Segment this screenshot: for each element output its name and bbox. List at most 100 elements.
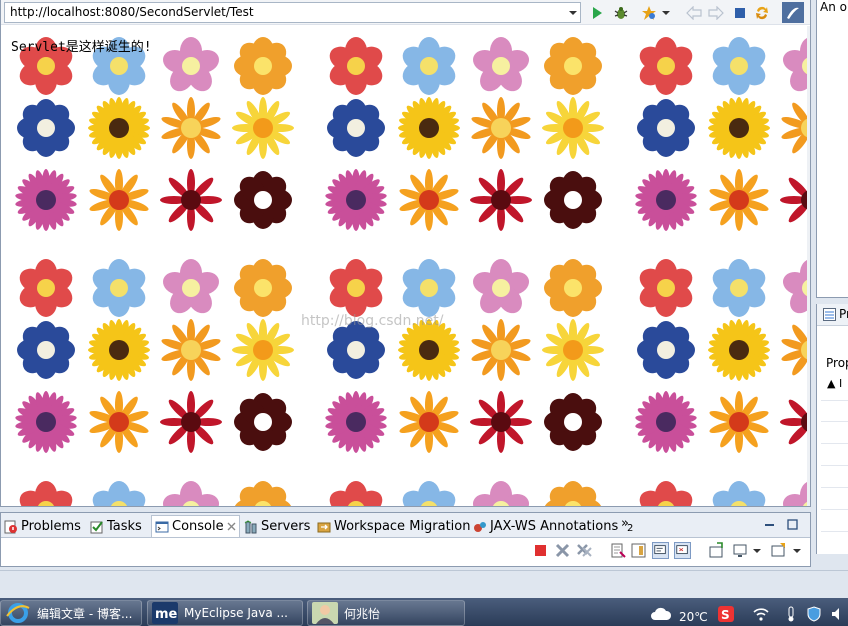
flower-graphic xyxy=(635,391,697,453)
word-wrap-icon[interactable] xyxy=(652,542,669,559)
remove-all-icon[interactable] xyxy=(576,542,593,559)
wifi-icon[interactable] xyxy=(753,606,769,622)
flower-graphic xyxy=(782,37,809,92)
flower-graphic xyxy=(470,391,532,453)
properties-row[interactable]: ▲ I xyxy=(827,377,842,390)
stop-icon[interactable] xyxy=(730,3,749,22)
browser-editor: http://localhost:8080/SecondServlet/Test xyxy=(0,0,811,507)
scroll-lock-icon[interactable] xyxy=(630,542,647,559)
console-toolbar xyxy=(526,540,810,562)
flower-graphic xyxy=(472,37,530,92)
svg-text:me: me xyxy=(155,607,178,622)
console-icon xyxy=(155,521,169,532)
tab-properties[interactable]: Pr xyxy=(817,304,848,326)
tab-tasks[interactable]: Tasks xyxy=(90,516,142,537)
flower-graphic xyxy=(329,481,383,506)
flower-graphic xyxy=(88,319,150,381)
flower-graphic xyxy=(162,259,220,314)
chevron-down-icon[interactable] xyxy=(661,3,671,22)
minimize-icon[interactable] xyxy=(764,519,775,530)
tab-problems[interactable]: Problems xyxy=(4,516,81,537)
myeclipse-icon: me xyxy=(152,602,178,624)
properties-icon xyxy=(823,308,836,321)
flower-graphic xyxy=(234,259,292,317)
flower-graphic xyxy=(780,170,809,230)
flower-graphic xyxy=(708,319,770,381)
flower-graphic xyxy=(399,169,459,231)
flower-graphic xyxy=(17,99,75,157)
flower-graphic xyxy=(544,37,602,95)
flower-graphic xyxy=(712,37,766,95)
chevron-down-icon[interactable] xyxy=(568,8,578,18)
flower-graphic xyxy=(782,481,809,506)
flower-graphic xyxy=(639,481,693,506)
flower-graphic xyxy=(234,37,292,95)
chevron-down-icon[interactable] xyxy=(752,542,762,559)
flower-graphic xyxy=(781,320,809,380)
volume-icon[interactable] xyxy=(830,606,846,622)
open-console-icon[interactable] xyxy=(770,542,787,559)
clear-console-icon[interactable] xyxy=(610,542,627,559)
sogou-input-icon[interactable]: S xyxy=(718,606,734,622)
thermometer-icon[interactable] xyxy=(783,606,799,622)
page-content: Servlet是这样诞生的! http://blog.csdn.net/ xyxy=(1,26,809,506)
flower-graphic xyxy=(471,319,531,381)
tab-workspace-migration[interactable]: Workspace Migration xyxy=(317,516,470,537)
flower-graphic xyxy=(161,319,221,381)
pin-console-icon[interactable] xyxy=(708,542,725,559)
tab-label: Workspace Migration xyxy=(334,519,471,534)
debug-bug-icon[interactable] xyxy=(611,3,630,22)
run-dropdown-icon[interactable] xyxy=(639,3,658,22)
flower-graphic xyxy=(709,169,769,231)
flower-graphic xyxy=(325,391,387,453)
page-message: Servlet是这样诞生的! xyxy=(11,40,152,55)
web-browser-icon[interactable] xyxy=(782,2,804,23)
tab-console[interactable]: Console xyxy=(151,515,240,537)
flower-graphic xyxy=(635,169,697,231)
remove-launch-icon[interactable] xyxy=(554,542,571,559)
flower-graphic xyxy=(780,392,809,452)
status-bar xyxy=(0,570,848,598)
flower-graphic xyxy=(234,171,292,229)
flower-graphic xyxy=(327,99,385,157)
display-console-icon[interactable] xyxy=(732,542,749,559)
go-icon[interactable] xyxy=(587,3,606,22)
weather-cloud-icon[interactable] xyxy=(650,606,672,622)
close-icon[interactable] xyxy=(227,522,236,531)
taskbar-item-myeclipse[interactable]: me MyEclipse Java ... xyxy=(147,600,303,626)
url-input[interactable]: http://localhost:8080/SecondServlet/Test xyxy=(4,2,581,23)
chevron-down-icon[interactable] xyxy=(792,542,802,559)
flower-pattern-image xyxy=(15,37,809,506)
vertical-scrollbar[interactable] xyxy=(807,26,810,506)
maximize-icon[interactable] xyxy=(787,519,798,530)
flower-graphic xyxy=(402,481,456,506)
tab-label: Servers xyxy=(261,519,311,534)
outline-text: An o xyxy=(820,0,847,14)
forward-arrow-icon[interactable] xyxy=(706,3,725,22)
windows-taskbar: 编辑文章 - 博客... me MyEclipse Java ... 何兆怡 2… xyxy=(0,598,848,626)
flower-graphic xyxy=(402,259,456,317)
url-text: http://localhost:8080/SecondServlet/Test xyxy=(10,5,254,19)
tab-label: Problems xyxy=(21,519,81,534)
flower-graphic xyxy=(15,391,77,453)
flower-graphic xyxy=(92,481,146,506)
refresh-icon[interactable] xyxy=(752,3,771,22)
tab-jax-ws-annotations[interactable]: JAX-WS Annotations xyxy=(473,516,618,537)
taskbar-item-blog[interactable]: 编辑文章 - 博客... xyxy=(0,600,142,626)
taskbar-item-chat[interactable]: 何兆怡 xyxy=(307,600,465,626)
flower-graphic xyxy=(162,37,220,92)
tab-servers[interactable]: Servers xyxy=(244,516,310,537)
flower-graphic xyxy=(234,481,292,506)
shield-icon[interactable] xyxy=(806,606,822,622)
terminate-icon[interactable] xyxy=(532,542,549,559)
browser-toolbar: http://localhost:8080/SecondServlet/Test xyxy=(1,0,810,25)
outline-panel: An o xyxy=(816,0,848,298)
flower-graphic xyxy=(399,391,459,453)
console-view-stack: Problems Tasks Console Servers Workspace… xyxy=(0,512,811,567)
flower-graphic xyxy=(472,481,530,506)
back-arrow-icon[interactable] xyxy=(684,3,703,22)
show-on-output-icon[interactable] xyxy=(674,542,691,559)
taskbar-item-label: 编辑文章 - 博客... xyxy=(37,606,133,621)
flower-graphic xyxy=(712,259,766,317)
flower-graphic xyxy=(542,319,604,381)
